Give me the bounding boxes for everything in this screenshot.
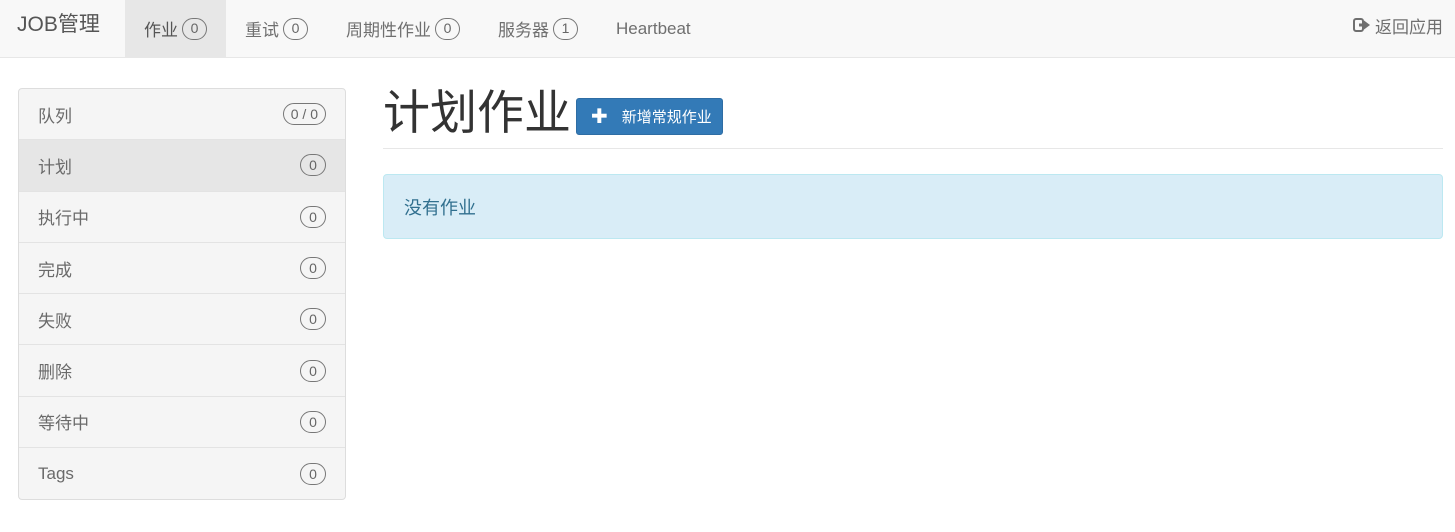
tab-retries[interactable]: 重试 0	[226, 0, 327, 57]
tab-recurring-jobs[interactable]: 周期性作业 0	[327, 0, 479, 57]
sidebar-item-label: 删除	[38, 363, 72, 383]
sidebar-item-label: Tags	[38, 463, 74, 483]
sidebar-item-label: 队列	[38, 106, 72, 126]
sign-out-icon	[1353, 18, 1370, 32]
tab-jobs-count: 0	[182, 17, 207, 40]
tab-heartbeat[interactable]: Heartbeat	[597, 0, 710, 57]
sidebar-item-count: 0	[300, 308, 326, 331]
sidebar-item-processing[interactable]: 执行中 0	[19, 192, 345, 243]
add-job-button-label: 新增常规作业	[621, 109, 712, 126]
top-navbar: JOB管理 作业 0 重试 0 周期性作业 0 服务器 1 Heartbeat …	[0, 0, 1455, 58]
sidebar-item-count: 0	[300, 205, 326, 228]
status-sidebar: 队列 0 / 0 计划 0 执行中 0 完成 0 失败 0 删除 0 等待中 0…	[18, 88, 346, 501]
back-to-app-link[interactable]: 返回应用	[1353, 0, 1443, 50]
sidebar-item-count: 0	[300, 257, 326, 280]
sidebar-item-succeeded[interactable]: 完成 0	[19, 243, 345, 295]
tab-jobs[interactable]: 作业 0	[125, 0, 226, 57]
tab-heartbeat-label: Heartbeat	[616, 18, 691, 38]
tab-servers-label: 服务器	[498, 21, 549, 40]
tab-recurring-jobs-label: 周期性作业	[346, 21, 431, 40]
sidebar-item-awaiting[interactable]: 等待中 0	[19, 397, 345, 449]
back-to-app-label: 返回应用	[1375, 17, 1443, 37]
empty-jobs-alert: 没有作业	[383, 174, 1443, 239]
sidebar-item-count: 0	[300, 462, 326, 485]
sidebar-item-deleted[interactable]: 删除 0	[19, 345, 345, 397]
tab-recurring-jobs-count: 0	[435, 17, 460, 40]
sidebar-item-label: 执行中	[38, 209, 89, 229]
page-header: 计划作业 ✚ 新增常规作业	[383, 80, 1443, 149]
sidebar-item-failed[interactable]: 失败 0	[19, 294, 345, 346]
add-job-button[interactable]: ✚ 新增常规作业	[576, 98, 723, 135]
sidebar-item-label: 等待中	[38, 414, 89, 434]
plus-icon: ✚	[591, 105, 608, 128]
sidebar-item-count: 0	[300, 154, 326, 177]
sidebar-item-label: 完成	[38, 260, 72, 280]
sidebar-item-count: 0 / 0	[282, 103, 326, 126]
sidebar-item-tags[interactable]: Tags 0	[19, 448, 345, 499]
sidebar-item-label: 计划	[38, 157, 72, 177]
brand-title[interactable]: JOB管理	[17, 0, 100, 50]
tab-servers[interactable]: 服务器 1	[479, 0, 597, 57]
sidebar-item-count: 0	[300, 410, 326, 433]
tab-jobs-label: 作业	[144, 21, 178, 40]
main-nav: 作业 0 重试 0 周期性作业 0 服务器 1 Heartbeat	[125, 0, 710, 57]
sidebar-item-queues[interactable]: 队列 0 / 0	[19, 89, 345, 141]
sidebar-item-label: 失败	[38, 311, 72, 331]
sidebar-item-scheduled[interactable]: 计划 0	[19, 140, 345, 192]
tab-servers-count: 1	[553, 17, 578, 40]
tab-retries-count: 0	[283, 17, 308, 40]
tab-retries-label: 重试	[245, 21, 279, 40]
sidebar-item-count: 0	[300, 359, 326, 382]
empty-jobs-message: 没有作业	[404, 197, 476, 218]
page-title: 计划作业	[383, 86, 571, 139]
